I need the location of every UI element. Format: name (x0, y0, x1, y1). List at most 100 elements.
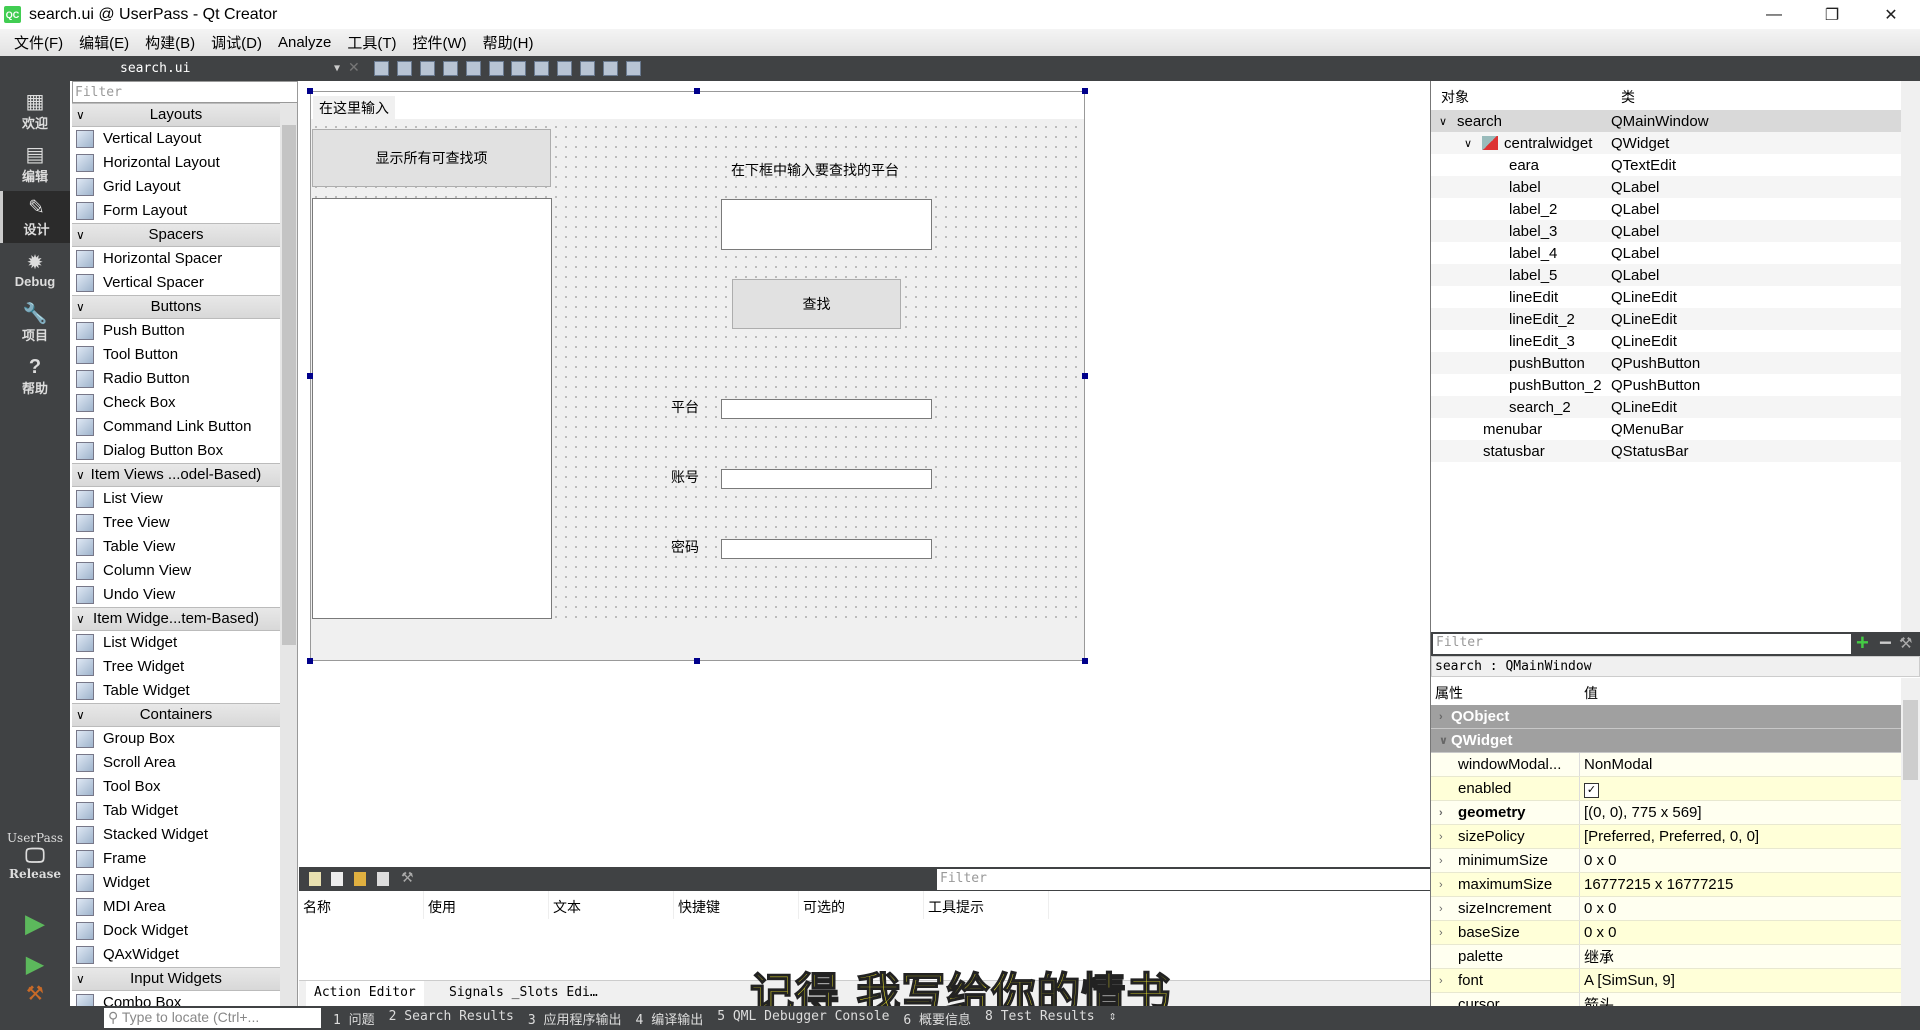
property-palette[interactable]: palette 继承 (1431, 945, 1901, 969)
property-value[interactable]: 16777215 x 16777215 (1580, 876, 1733, 893)
remove-property-icon[interactable]: − (1879, 630, 1892, 656)
resize-handle[interactable] (694, 658, 700, 664)
widget-command-link-button[interactable]: Command Link Button (72, 415, 280, 439)
build-button[interactable]: ⚒ (0, 981, 70, 1006)
column-header[interactable]: 名称 (299, 891, 424, 919)
property-value[interactable]: 继承 (1580, 946, 1614, 967)
column-header[interactable]: 快捷键 (674, 891, 799, 919)
password-line-edit[interactable] (721, 539, 932, 559)
category-layouts[interactable]: ∨ Layouts (72, 103, 280, 127)
chevron-right-icon[interactable]: › (1439, 711, 1443, 723)
widget-column-view[interactable]: Column View (72, 559, 280, 583)
locator-input[interactable]: ⚲ Type to locate (Ctrl+... (104, 1008, 321, 1028)
property-cursor[interactable]: cursor 箭头 (1431, 993, 1901, 1006)
debug-run-button[interactable]: ▶ (0, 945, 70, 985)
output-pane-button[interactable]: 3 应用程序输出 (528, 1009, 622, 1028)
object-row-pushbutton-2[interactable]: pushButton_2 QPushButton (1431, 374, 1901, 396)
widget-widget[interactable]: Widget (72, 871, 280, 895)
category-buttons[interactable]: ∨ Buttons (72, 295, 280, 319)
resize-handle[interactable] (694, 88, 700, 94)
widget-table-view[interactable]: Table View (72, 535, 280, 559)
property-geometry[interactable]: › geometry [(0, 0), 775 x 569] (1431, 801, 1901, 825)
column-header[interactable]: 可选的 (799, 891, 924, 919)
widget-list-view[interactable]: List View (72, 487, 280, 511)
menu-item[interactable]: 构建(B) (137, 32, 203, 53)
widget-tab-widget[interactable]: Tab Widget (72, 799, 280, 823)
chevron-down-icon[interactable]: ∨ (1439, 734, 1448, 747)
scroll-thumb[interactable] (1903, 700, 1918, 780)
widget-horizontal-layout[interactable]: Horizontal Layout (72, 151, 280, 175)
chevron-down-icon[interactable]: ∨ (1464, 137, 1482, 150)
output-pane-button[interactable]: 6 概要信息 (903, 1009, 971, 1028)
widget-frame[interactable]: Frame (72, 847, 280, 871)
close-button[interactable]: ✕ (1862, 0, 1920, 29)
widget-vertical-spacer[interactable]: Vertical Spacer (72, 271, 280, 295)
mode-pencil[interactable]: ✎ 设计 (0, 191, 70, 243)
layout-tool-icon[interactable] (603, 61, 618, 76)
property-value[interactable]: 0 x 0 (1580, 924, 1617, 941)
category-item-widge-tem-based[interactable]: ∨ Item Widge...tem-Based) (72, 607, 280, 631)
chevron-right-icon[interactable]: › (1439, 855, 1443, 867)
mode-help[interactable]: ? 帮助 (0, 350, 70, 402)
property-value[interactable]: [Preferred, Preferred, 0, 0] (1580, 828, 1759, 845)
layout-tool-icon[interactable] (443, 61, 458, 76)
paste-action-icon[interactable] (354, 872, 366, 886)
menu-item[interactable]: 调试(D) (203, 32, 270, 53)
object-row-label-2[interactable]: label_2 QLabel (1431, 198, 1901, 220)
widget-mdi-area[interactable]: MDI Area (72, 895, 280, 919)
menu-item[interactable]: 工具(T) (339, 32, 404, 53)
property-qwidget[interactable]: ∨ QWidget (1431, 729, 1901, 753)
object-row-lineedit-2[interactable]: lineEdit_2 QLineEdit (1431, 308, 1901, 330)
platform-line-edit[interactable] (721, 399, 932, 419)
minimize-button[interactable]: — (1745, 0, 1803, 29)
menu-item[interactable]: 编辑(E) (71, 32, 137, 53)
resize-handle[interactable] (307, 88, 313, 94)
property-minimumsize[interactable]: › minimumSize 0 x 0 (1431, 849, 1901, 873)
object-row-label-3[interactable]: label_3 QLabel (1431, 220, 1901, 242)
column-header[interactable]: 使用 (424, 891, 549, 919)
output-pane-button[interactable]: 4 编译输出 (636, 1009, 704, 1028)
settings-wrench-icon[interactable]: ⚒ (401, 869, 414, 885)
add-property-icon[interactable]: + (1856, 630, 1869, 656)
show-all-button[interactable]: 显示所有可查找项 (312, 129, 551, 187)
layout-tool-icon[interactable] (534, 61, 549, 76)
widget-tree-widget[interactable]: Tree Widget (72, 655, 280, 679)
restore-button[interactable]: ❐ (1803, 0, 1861, 29)
widget-tool-button[interactable]: Tool Button (72, 343, 280, 367)
widget-group-box[interactable]: Group Box (72, 727, 280, 751)
property-scrollbar[interactable] (1901, 678, 1920, 1006)
layout-tool-icon[interactable] (580, 61, 595, 76)
scroll-thumb[interactable] (282, 125, 296, 645)
property-value[interactable]: 0 x 0 (1580, 852, 1617, 869)
object-row-pushbutton[interactable]: pushButton QPushButton (1431, 352, 1901, 374)
widget-horizontal-spacer[interactable]: Horizontal Spacer (72, 247, 280, 271)
chevron-right-icon[interactable]: › (1439, 975, 1443, 987)
object-row-lineedit-3[interactable]: lineEdit_3 QLineEdit (1431, 330, 1901, 352)
output-pane-button[interactable]: 1 问题 (333, 1009, 375, 1028)
property-maximumsize[interactable]: › maximumSize 16777215 x 16777215 (1431, 873, 1901, 897)
property-font[interactable]: › font A [SimSun, 9] (1431, 969, 1901, 993)
widget-tool-box[interactable]: Tool Box (72, 775, 280, 799)
property-value[interactable]: 0 x 0 (1580, 900, 1617, 917)
widget-check-box[interactable]: Check Box (72, 391, 280, 415)
property-basesize[interactable]: › baseSize 0 x 0 (1431, 921, 1901, 945)
object-tree-scrollbar[interactable] (1901, 81, 1920, 632)
object-row-centralwidget[interactable]: ∨ centralwidget QWidget (1431, 132, 1901, 154)
layout-tool-icon[interactable] (626, 61, 641, 76)
widget-box-scrollbar[interactable] (280, 103, 297, 1006)
property-sizeincrement[interactable]: › sizeIncrement 0 x 0 (1431, 897, 1901, 921)
chevron-right-icon[interactable]: › (1439, 831, 1443, 843)
open-file-combo[interactable]: search.ui ▼ (72, 56, 340, 81)
menu-item[interactable]: 控件(W) (405, 32, 475, 53)
widget-scroll-area[interactable]: Scroll Area (72, 751, 280, 775)
widget-list-widget[interactable]: List Widget (72, 631, 280, 655)
search-button[interactable]: 查找 (732, 279, 901, 329)
output-pane-button[interactable]: 8 Test Results (985, 1009, 1095, 1028)
output-pane-button[interactable]: 2 Search Results (389, 1009, 514, 1028)
resize-handle[interactable] (307, 373, 313, 379)
layout-tool-icon[interactable] (489, 61, 504, 76)
category-containers[interactable]: ∨ Containers (72, 703, 280, 727)
chevron-right-icon[interactable]: › (1439, 879, 1443, 891)
chevron-right-icon[interactable]: › (1439, 807, 1443, 819)
object-row-menubar[interactable]: menubar QMenuBar (1431, 418, 1901, 440)
